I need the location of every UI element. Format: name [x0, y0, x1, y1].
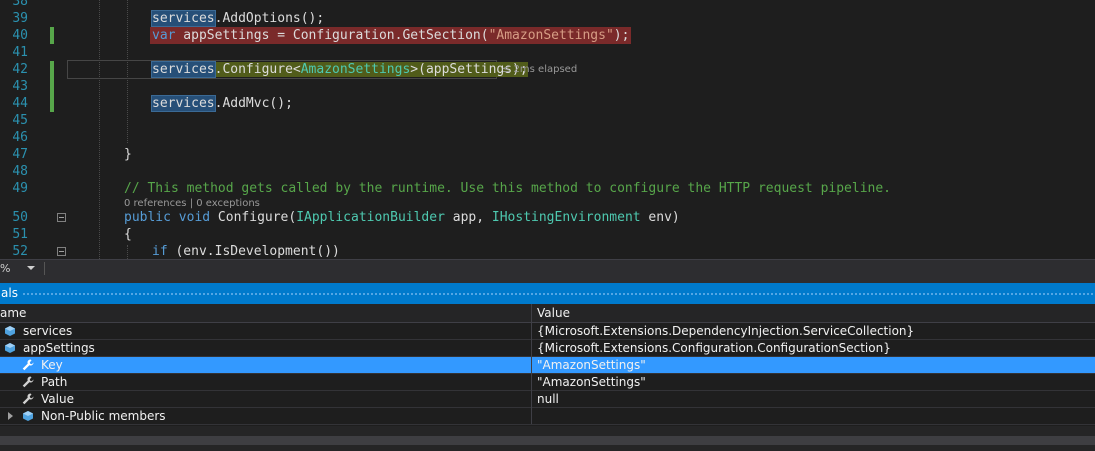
code-line-44: services.AddMvc(); — [151, 95, 293, 112]
table-row-selected[interactable]: Key "AmazonSettings" — [0, 357, 1095, 374]
indent-guide — [99, 0, 100, 259]
row-value[interactable]: "AmazonSettings" — [537, 374, 646, 390]
variable-highlight: services — [151, 95, 216, 112]
code-text: (env.IsDevelopment()) — [167, 244, 340, 259]
row-value[interactable]: {Microsoft.Extensions.DependencyInjectio… — [537, 323, 914, 339]
code-line-39: services.AddOptions(); — [151, 10, 325, 27]
table-row[interactable]: appSettings {Microsoft.Extensions.Config… — [0, 340, 1095, 357]
horizontal-scrollbar[interactable] — [0, 436, 1095, 445]
code-line-51: { — [124, 227, 132, 242]
type-name: AmazonSettings — [300, 62, 411, 77]
table-row[interactable]: Non-Public members — [0, 408, 1095, 425]
line-number: 47 — [12, 147, 28, 162]
object-icon — [23, 411, 33, 421]
string-literal: "AmazonSettings" — [488, 28, 614, 43]
table-row[interactable]: services {Microsoft.Extensions.Dependenc… — [0, 323, 1095, 340]
row-name: services — [23, 324, 73, 338]
type-name: IApplicationBuilder — [296, 210, 445, 225]
column-header-value[interactable]: Value — [537, 304, 570, 322]
line-number: 50 — [12, 210, 28, 225]
keyword: void — [178, 210, 211, 225]
table-row[interactable]: Value null — [0, 391, 1095, 408]
line-number: 38 — [12, 0, 28, 9]
line-number: 41 — [12, 45, 28, 60]
code-text: .AddOptions(); — [214, 11, 325, 26]
code-line-42: services.Configure<AmazonSettings>(appSe… — [151, 61, 528, 78]
keyword: if — [152, 244, 168, 259]
line-number: 51 — [12, 227, 28, 242]
code-text: appSettings = Configuration.GetSection( — [175, 28, 489, 43]
variable-highlight: services — [151, 61, 216, 78]
code-line-47: } — [124, 147, 132, 162]
expand-arrow-icon[interactable] — [8, 412, 13, 420]
line-number: 40 — [12, 28, 28, 43]
line-number: 49 — [12, 181, 28, 196]
indent-guide — [127, 245, 128, 259]
line-number: 42 — [12, 62, 28, 77]
row-value[interactable]: null — [537, 391, 559, 407]
code-comment: // This method gets called by the runtim… — [124, 181, 892, 196]
grid-header: ame Value — [0, 304, 1095, 323]
object-icon — [5, 343, 15, 353]
code-line-40: var appSettings = Configuration.GetSecti… — [150, 27, 632, 44]
code-text: .Configure< — [214, 62, 301, 77]
column-divider[interactable] — [531, 304, 532, 424]
change-marker — [50, 78, 54, 95]
code-line-52: if (env.IsDevelopment()) — [152, 243, 340, 259]
row-name: Key — [41, 358, 63, 372]
perf-tip[interactable]: ≤ 2ms elapsed — [502, 61, 577, 78]
editor-status-bar: % — [0, 259, 1095, 277]
collapse-icon[interactable] — [57, 213, 66, 222]
row-name: Path — [41, 375, 68, 389]
keyword: var — [152, 28, 176, 43]
line-number: 43 — [12, 79, 28, 94]
code-editor[interactable]: 38 39 40 41 42 43 44 45 46 47 48 49 50 5… — [0, 0, 1095, 259]
code-line-50: public void Configure(IApplicationBuilde… — [124, 209, 680, 226]
code-text: env) — [640, 210, 680, 225]
type-name: IHostingEnvironment — [491, 210, 641, 225]
line-number: 48 — [12, 164, 28, 179]
locals-panel-title[interactable]: als — [0, 283, 1095, 304]
code-text: Configure( — [210, 210, 297, 225]
codelens-separator: | — [189, 198, 194, 209]
change-marker — [50, 95, 54, 112]
table-row[interactable]: Path "AmazonSettings" — [0, 374, 1095, 391]
row-name: Value — [41, 392, 74, 406]
keyword: public — [124, 210, 171, 225]
codelens-references[interactable]: 0 references — [124, 198, 187, 209]
collapse-icon[interactable] — [57, 247, 66, 256]
code-text: .AddMvc(); — [214, 96, 293, 111]
row-name: appSettings — [23, 341, 95, 355]
variable-highlight: services — [151, 10, 216, 27]
change-marker — [50, 61, 54, 78]
row-value[interactable]: "AmazonSettings" — [537, 357, 646, 373]
panel-title-text: als — [1, 286, 22, 300]
wrench-icon — [22, 393, 34, 405]
line-number-gutter: 38 39 40 41 42 43 44 45 46 47 48 49 50 5… — [0, 0, 66, 259]
code-text: app, — [444, 210, 492, 225]
codelens-exceptions[interactable]: 0 exceptions — [196, 198, 260, 209]
line-number: 39 — [12, 11, 28, 26]
wrench-icon — [22, 359, 34, 371]
line-number: 45 — [12, 113, 28, 128]
change-marker — [50, 27, 54, 44]
object-icon — [5, 326, 15, 336]
row-name: Non-Public members — [41, 409, 166, 423]
wrench-icon — [22, 376, 34, 388]
line-number: 44 — [12, 96, 28, 111]
column-header-name[interactable]: ame — [0, 304, 26, 322]
zoom-level[interactable]: % — [0, 260, 10, 277]
line-number: 52 — [12, 244, 28, 259]
line-number: 46 — [12, 130, 28, 145]
row-value[interactable]: {Microsoft.Extensions.Configuration.Conf… — [537, 340, 891, 356]
chevron-down-icon[interactable] — [27, 266, 35, 270]
code-text: ); — [613, 28, 630, 43]
divider — [44, 262, 45, 275]
